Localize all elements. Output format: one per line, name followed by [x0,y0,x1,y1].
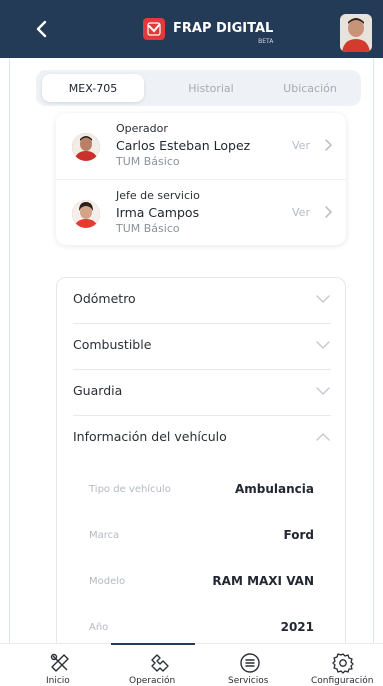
tab-history[interactable]: Historial [160,74,262,102]
info-label: Modelo [89,576,126,587]
crew-level: TUM Básico [116,155,180,168]
list-icon [240,653,260,673]
accordion-shift[interactable]: Guardia [73,370,331,416]
chevron-up-icon [316,433,330,441]
accordion-label: Guardia [73,383,123,398]
avatar [72,133,100,161]
crew-member-operator[interactable]: Operador Carlos Esteban Lopez TUM Básico… [56,113,346,179]
avatar [72,200,100,228]
brand-subtitle: BETA [258,38,274,45]
info-row-vehicle-type: Tipo de vehículo Ambulancia [89,482,314,502]
crew-card: Operador Carlos Esteban Lopez TUM Básico… [56,113,346,245]
app-logo: FRAP DIGITAL BETA [143,18,274,45]
crew-name: Irma Campos [116,205,200,220]
accordion-odometer[interactable]: Odómetro [73,278,331,324]
top-bar: FRAP DIGITAL BETA [0,0,383,58]
info-value: Ambulancia [234,482,314,496]
nav-label: Servicios [228,676,269,686]
accordion-vehicle-info[interactable]: Información del vehículo [73,416,331,462]
active-tab-indicator [111,643,195,645]
accordion-label: Combustible [73,337,152,352]
operation-icon [151,654,169,672]
info-row-year: Año 2021 [89,620,314,640]
segment-tabs: MEX-705 Historial Ubicación [36,70,361,106]
chevron-right-icon [325,139,333,151]
view-link[interactable]: Ver [292,206,310,219]
info-label: Año [89,622,109,633]
info-value: 2021 [280,620,314,634]
info-value: RAM MAXI VAN [212,574,314,588]
crew-role: Jefe de servicio [116,189,200,202]
chevron-down-icon [316,341,330,349]
info-row-model: Modelo RAM MAXI VAN [89,574,314,594]
nav-label: Configuración [311,676,374,686]
accordion-label: Odómetro [73,291,136,306]
info-row-brand: Marca Ford [89,528,314,548]
crew-level: TUM Básico [116,222,180,235]
bottom-nav: Inicio Operación Servicios Configuración [0,643,383,686]
info-label: Marca [89,530,120,541]
profile-avatar[interactable] [340,14,372,52]
nav-label: Inicio [46,676,70,686]
chevron-right-icon [325,206,333,218]
nav-item-home[interactable]: Inicio [38,644,82,686]
accordion-fuel[interactable]: Combustible [73,324,331,370]
nav-label: Operación [129,676,176,686]
crew-member-chief[interactable]: Jefe de servicio Irma Campos TUM Básico … [56,179,346,245]
brand-title: FRAP DIGITAL [173,21,274,36]
back-button[interactable] [30,17,52,41]
nav-item-operation[interactable]: Operación [118,644,202,686]
chevron-left-icon [36,20,47,38]
info-value: Ford [283,528,314,542]
chevron-down-icon [316,387,330,395]
tools-icon [50,653,69,672]
nav-item-services[interactable]: Servicios [220,644,280,686]
settings-icon [332,653,354,674]
crew-role: Operador [116,122,168,135]
nav-item-settings[interactable]: Configuración [308,644,378,686]
chevron-down-icon [316,295,330,303]
crew-name: Carlos Esteban Lopez [116,138,251,153]
view-link[interactable]: Ver [292,139,310,152]
accordion-label: Información del vehículo [73,429,227,444]
tab-location[interactable]: Ubicación [264,74,356,102]
info-label: Tipo de vehículo [89,484,171,495]
brand-mark-icon [143,18,165,40]
tab-unit[interactable]: MEX-705 [42,74,144,102]
vehicle-details-card: Odómetro Combustible Guardia Información… [56,277,346,657]
